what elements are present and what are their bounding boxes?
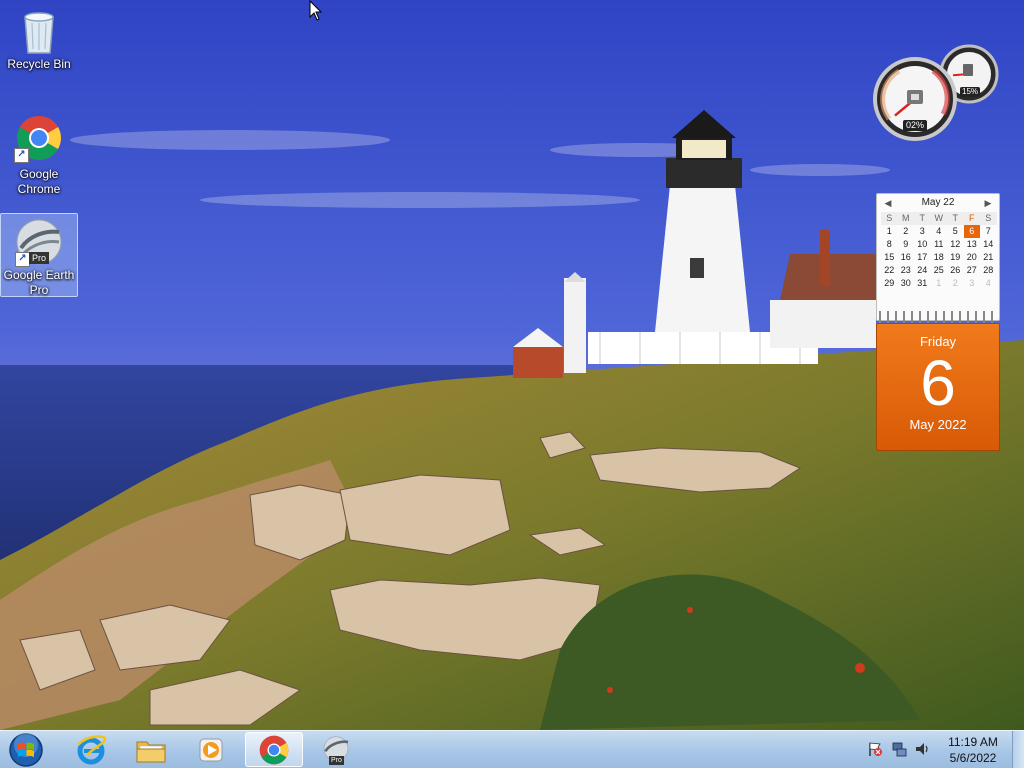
start-button[interactable]	[6, 732, 46, 768]
cpu-meter-gadget[interactable]: 02% 15%	[873, 44, 1003, 142]
next-month-icon[interactable]: ▶	[981, 194, 995, 212]
calendar-day[interactable]: 23	[898, 264, 915, 277]
clock-date: 5/6/2022	[949, 751, 997, 765]
internet-explorer-icon	[77, 734, 107, 764]
calendar-day[interactable]: 26	[947, 264, 964, 277]
volume-icon[interactable]	[914, 741, 930, 757]
desktop-icon-google-chrome[interactable]: ↗ Google Chrome	[0, 110, 78, 198]
calendar-day[interactable]: 24	[914, 264, 931, 277]
calendar-day[interactable]: 30	[898, 277, 915, 290]
calendar-day[interactable]: 19	[947, 251, 964, 264]
calendar-day[interactable]: 2	[947, 277, 964, 290]
calendar-gadget[interactable]: ◀ May 22 ▶ S M T W T F S 1 2 3 4 5 6 7 8 9 10 11 12 13 14 15 1…	[876, 193, 1000, 451]
calendar-day-header: M	[897, 212, 914, 225]
windows-start-orb-icon	[9, 733, 43, 767]
pro-badge: Pro	[29, 252, 50, 264]
calendar-day[interactable]: 20	[964, 251, 981, 264]
action-center-flag-icon[interactable]	[867, 741, 883, 757]
desktop-icon-label: Google Chrome	[17, 167, 61, 196]
shortcut-arrow-icon: ↗	[14, 148, 29, 163]
chrome-icon	[259, 735, 289, 764]
calendar-day[interactable]: 3	[914, 225, 931, 238]
calendar-day[interactable]: 13	[964, 238, 981, 251]
folder-icon	[136, 741, 166, 762]
calendar-day[interactable]: 31	[914, 277, 931, 290]
calendar-day[interactable]: 21	[980, 251, 997, 264]
network-icon[interactable]	[891, 741, 907, 757]
calendar-binding-rings	[879, 311, 997, 323]
desktop-icon-recycle-bin[interactable]: Recycle Bin	[0, 4, 78, 73]
calendar-day[interactable]: 12	[947, 238, 964, 251]
calendar-day-header: T	[914, 212, 931, 225]
calendar-month-view: ◀ May 22 ▶ S M T W T F S 1 2 3 4 5 6 7 8 9 10 11 12 13 14 15 1…	[876, 193, 1000, 321]
recycle-bin-icon	[24, 12, 54, 54]
taskbar-button-media-player[interactable]	[182, 732, 240, 767]
calendar-day[interactable]: 1	[881, 225, 898, 238]
calendar-day[interactable]: 25	[931, 264, 948, 277]
clock-time: 11:19 AM	[948, 735, 998, 749]
calendar-day[interactable]: 17	[914, 251, 931, 264]
calendar-day[interactable]: 4	[980, 277, 997, 290]
taskbar-clock[interactable]: 11:19 AM 5/6/2022	[936, 734, 1010, 766]
calendar-day-header: F	[963, 212, 980, 225]
calendar-day-header: W	[930, 212, 947, 225]
calendar-day[interactable]: 9	[898, 238, 915, 251]
calendar-day[interactable]: 29	[881, 277, 898, 290]
calendar-today-view: Friday 6 May 2022	[876, 323, 1000, 451]
memory-percent-label: 15%	[960, 87, 981, 97]
calendar-day[interactable]: 16	[898, 251, 915, 264]
desktop-wallpaper[interactable]	[0, 0, 1024, 730]
taskbar-button-internet-explorer[interactable]	[62, 732, 120, 767]
calendar-day[interactable]: 27	[964, 264, 981, 277]
calendar-day[interactable]: 10	[914, 238, 931, 251]
calendar-day[interactable]: 15	[881, 251, 898, 264]
today-month-year: May 2022	[909, 417, 967, 432]
taskbar-button-google-earth-pro[interactable]: Pro	[307, 732, 365, 767]
taskbar-button-file-explorer[interactable]	[122, 732, 180, 767]
calendar-day-header: S	[881, 212, 898, 225]
previous-month-icon[interactable]: ◀	[881, 194, 895, 212]
calendar-day[interactable]: 22	[881, 264, 898, 277]
desktop-icon-label: Recycle Bin	[7, 57, 71, 71]
calendar-day[interactable]: 4	[931, 225, 948, 238]
desktop-icon-label: Google Earth Pro	[3, 268, 75, 297]
cpu-percent-label: 02%	[903, 120, 928, 131]
calendar-day[interactable]: 14	[980, 238, 997, 251]
calendar-day-grid: S M T W T F S 1 2 3 4 5 6 7 8 9 10 11 12 13 14 15 16 17 18 19 20 21…	[881, 212, 999, 290]
calendar-day-header: S	[980, 212, 997, 225]
calendar-day[interactable]: 18	[931, 251, 948, 264]
mouse-cursor-icon	[309, 0, 323, 21]
taskbar: Pro 11:19 AM 5/6/2022	[0, 730, 1024, 768]
show-desktop-button[interactable]	[1012, 731, 1024, 768]
calendar-day[interactable]: 5	[947, 225, 964, 238]
media-player-icon	[199, 738, 223, 761]
calendar-day[interactable]: 11	[931, 238, 948, 251]
today-day-number: 6	[920, 347, 956, 419]
taskbar-button-google-chrome[interactable]	[245, 732, 303, 767]
calendar-day[interactable]: 8	[881, 238, 898, 251]
pro-badge: Pro	[329, 756, 344, 765]
calendar-day[interactable]: 7	[980, 225, 997, 238]
shortcut-arrow-icon: ↗	[15, 252, 30, 267]
calendar-day[interactable]: 2	[898, 225, 915, 238]
calendar-day[interactable]: 3	[964, 277, 981, 290]
calendar-day[interactable]: 28	[980, 264, 997, 277]
desktop-icon-google-earth-pro[interactable]: ↗ Pro Google Earth Pro	[0, 213, 78, 297]
calendar-month-title: May 22	[921, 197, 955, 208]
calendar-day[interactable]: 6	[963, 225, 980, 238]
calendar-day[interactable]: 1	[931, 277, 948, 290]
calendar-day-header: T	[947, 212, 964, 225]
